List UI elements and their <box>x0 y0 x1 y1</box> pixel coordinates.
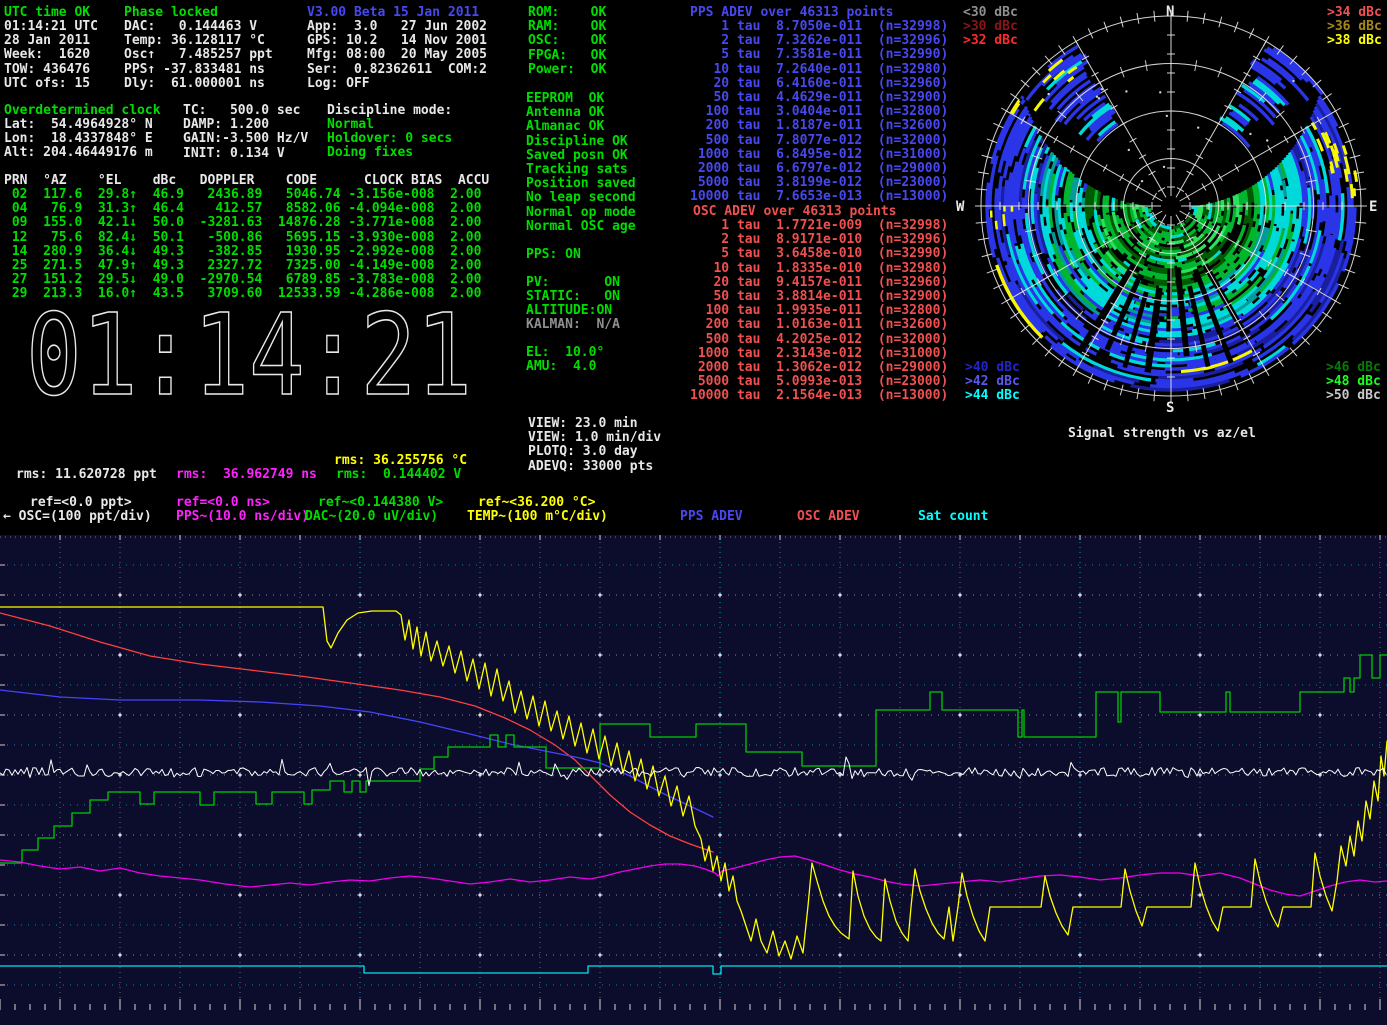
rms-osc: rms: 11.620728 ppt <box>16 468 157 482</box>
digital-clock-time: 01:14:21 <box>26 298 472 416</box>
svg-text:S: S <box>1166 400 1174 416</box>
svg-text:N: N <box>1166 4 1174 20</box>
scale-temp: TEMP~(100 m°C/div) <box>467 510 608 524</box>
loop-params-block: TC: 500.0 sec DAMP: 1.200 GAIN:-3.500 Hz… <box>183 104 308 161</box>
legend-pps-adev: PPS ADEV <box>680 510 743 524</box>
svg-text:E: E <box>1369 199 1377 215</box>
satellite-signal-polar-plot: N S E W <box>950 0 1387 448</box>
gps-status-list: EEPROM OK Antenna OK Almanac OK Discipli… <box>526 92 636 234</box>
discipline-mode-block: Normal Holdover: 0 secs Doing fixes <box>327 118 452 161</box>
hardware-status-list: ROM: OK RAM: OK OSC: OK FPGA: OK Power: … <box>528 6 606 77</box>
history-plot-area[interactable] <box>0 535 1387 1025</box>
scale-osc: ← OSC=(100 ppt/div) <box>3 510 152 524</box>
rms-pps: rms: 36.962749 ns <box>176 468 317 482</box>
view-settings-block: VIEW: 23.0 min VIEW: 1.0 min/div PLOTQ: … <box>528 417 661 474</box>
pps-flag: PPS: ON <box>526 248 581 262</box>
scale-dac: DAC~(20.0 uV/div) <box>305 510 438 524</box>
phase-block: DAC: 0.144463 V Temp: 36.128117 °C Osc↑ … <box>124 20 273 91</box>
osc-adev-table: 1 tau 1.7721e-009 (n=32998) 2 tau 8.9171… <box>690 219 948 404</box>
sat-table-rows: 02 117.6 29.8↑ 46.9 2436.89 5046.74 -3.1… <box>4 188 481 302</box>
version-block: App: 3.0 27 Jun 2002 GPS: 10.2 14 Nov 20… <box>307 20 487 91</box>
digital-clock: 01:14:21 <box>20 298 480 416</box>
lady-heather-screen: UTC time OK 01:14:21 UTC 28 Jan 2011 Wee… <box>0 0 1387 1025</box>
position-block: Lat: 54.4964928° N Lon: 18.4337848° E Al… <box>4 118 153 161</box>
legend-sat-count: Sat count <box>918 510 988 524</box>
scale-pps: PPS~(10.0 ns/div) <box>176 510 309 524</box>
fix-flags: PV: ON STATIC: ON ALTITUDE:ON <box>526 276 620 319</box>
time-block: 01:14:21 UTC 28 Jan 2011 Week: 1620 TOW:… <box>4 20 98 91</box>
el-amu-block: EL: 10.0° AMU: 4.0 <box>526 346 604 374</box>
svg-text:W: W <box>956 199 965 215</box>
rms-dac: rms: 0.144402 V <box>336 468 461 482</box>
pps-adev-table: 1 tau 8.7050e-011 (n=32998) 2 tau 7.3262… <box>690 20 948 205</box>
kalman-flag: KALMAN: N/A <box>526 318 620 332</box>
legend-osc-adev: OSC ADEV <box>797 510 860 524</box>
